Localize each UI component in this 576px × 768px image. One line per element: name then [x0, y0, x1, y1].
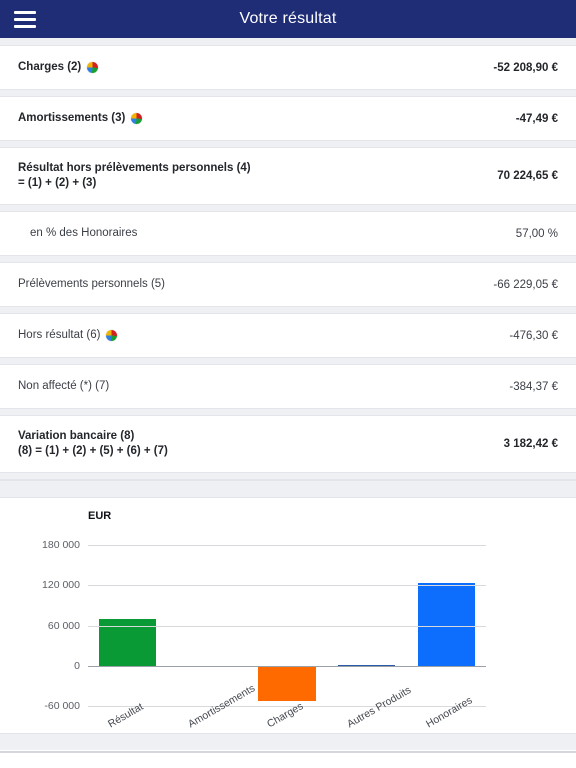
y-axis-tick-label: 120 000 — [42, 579, 80, 592]
chart-gridline: 120 000 — [42, 579, 486, 591]
row-divider — [0, 38, 576, 46]
pie-chart-icon[interactable] — [106, 330, 118, 341]
row-divider — [0, 204, 576, 212]
app-header: Votre résultat — [0, 0, 576, 38]
row-label: Prélèvements personnels (5) — [18, 277, 165, 292]
row-label-text: Résultat hors prélèvements personnels (4… — [18, 162, 251, 174]
row-divider — [0, 306, 576, 314]
table-row[interactable]: Résultat hors prélèvements personnels (4… — [0, 148, 576, 204]
chart-gridline: 60 000 — [48, 620, 486, 632]
row-label-text: en % des Honoraires — [30, 227, 138, 239]
result-table: Charges (2) -52 208,90 € Amortissements (3… — [0, 38, 576, 480]
pie-chart-icon[interactable] — [87, 62, 99, 73]
table-row[interactable]: Hors résultat (6) -476,30 € — [0, 314, 576, 357]
table-row[interactable]: Non affecté (*) (7) -384,37 € — [0, 365, 576, 408]
row-label: Amortissements (3) — [18, 111, 143, 126]
row-label: en % des Honoraires — [30, 226, 137, 241]
table-row[interactable]: Prélèvements personnels (5) -66 229,05 € — [0, 263, 576, 306]
row-label-text: Charges (2) — [18, 61, 82, 73]
bottom-strip — [0, 733, 576, 750]
row-label: Variation bancaire (8) (8) = (1) + (2) + … — [18, 429, 284, 459]
row-label-formula: (8) = (1) + (2) + (5) + (6) + (7) — [18, 445, 168, 457]
chart-bar[interactable] — [258, 665, 316, 701]
row-value: -66 229,05 € — [493, 278, 558, 291]
bottom-rule — [0, 751, 576, 753]
row-value: -384,37 € — [509, 380, 558, 393]
row-value: 70 224,65 € — [497, 170, 558, 182]
row-label-text: Amortissements (3) — [18, 112, 126, 124]
hamburger-bar — [14, 24, 36, 28]
table-row[interactable]: Amortissements (3) -47,49 € — [0, 97, 576, 140]
row-label: Hors résultat (6) — [18, 328, 118, 343]
row-label: Résultat hors prélèvements personnels (4… — [18, 161, 329, 191]
chart-gridline: 180 000 — [42, 539, 486, 551]
row-label-text: Hors résultat (6) — [18, 329, 101, 341]
hamburger-menu-icon[interactable] — [14, 10, 36, 28]
row-label-text: Variation bancaire (8) — [18, 430, 135, 442]
y-axis-tick-label: 0 — [74, 659, 80, 672]
row-value: 57,00 % — [515, 227, 558, 240]
page-title: Votre résultat — [239, 10, 337, 27]
bar-chart: EUR 180 000 120 000 60 000 0 -60 000 Résultat… — [0, 498, 576, 753]
row-label: Non affecté (*) (7) — [18, 379, 109, 394]
y-axis-tick-label: 180 000 — [42, 539, 80, 551]
row-divider — [0, 472, 576, 480]
chart-plot-area: 180 000 120 000 60 000 0 -60 000 Résultat Amor… — [42, 539, 486, 730]
chart-bar[interactable] — [417, 583, 475, 666]
row-value: -476,30 € — [509, 329, 558, 342]
row-divider — [0, 255, 576, 263]
hamburger-bar — [14, 10, 36, 14]
table-row[interactable]: Charges (2) -52 208,90 € — [0, 46, 576, 89]
row-value: 3 182,42 € — [503, 438, 558, 450]
table-row[interactable]: en % des Honoraires 57,00 % — [0, 212, 576, 255]
pie-chart-icon[interactable] — [131, 113, 143, 124]
hamburger-bar — [14, 17, 36, 21]
row-value: -52 208,90 € — [493, 61, 558, 74]
chart-zero-axis: 0 — [74, 660, 486, 672]
chart-unit-label: EUR — [88, 510, 112, 522]
y-axis-tick-label: 60 000 — [47, 619, 80, 632]
row-label-text: Prélèvements personnels (5) — [18, 278, 166, 290]
row-label-text: Non affecté (*) (7) — [18, 380, 110, 392]
row-divider — [0, 89, 576, 97]
row-value: -47,49 € — [515, 112, 558, 125]
y-axis-tick-label: -60 000 — [44, 700, 80, 712]
row-label-formula: = (1) + (2) + (3) — [18, 177, 97, 189]
row-divider — [0, 408, 576, 416]
table-row[interactable]: Variation bancaire (8) (8) = (1) + (2) + … — [0, 416, 576, 472]
row-divider — [0, 140, 576, 148]
chart-section-divider — [0, 480, 576, 498]
row-divider — [0, 357, 576, 365]
row-label: Charges (2) — [18, 60, 99, 75]
